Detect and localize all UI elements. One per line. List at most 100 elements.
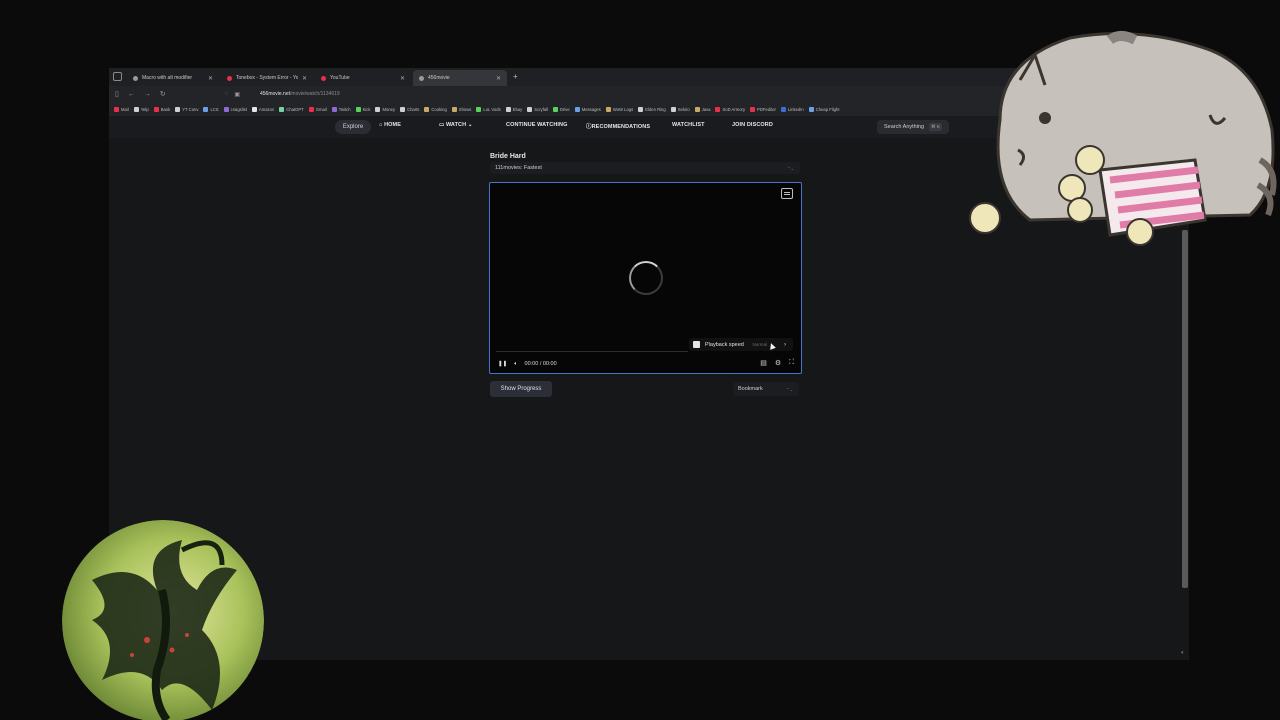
bookmark-wow-logs[interactable]: WoW Logs <box>605 106 633 112</box>
bookmark-favicon-icon <box>251 106 257 112</box>
bookmark-label: Shows <box>458 106 472 112</box>
bookmark-label: SoD Armory <box>722 106 746 112</box>
player-controls: ❚❚ 🔈︎ 00:00 / 00:00 ▤ ⚙ ⛶ <box>490 357 801 371</box>
bookmark-favicon-icon <box>451 106 457 112</box>
back-icon[interactable]: ← <box>128 91 135 98</box>
bookmark-favicon-icon <box>574 106 580 112</box>
chevron-updown-icon: ⌃⌄ <box>787 165 794 171</box>
bookmark-messages[interactable]: Messages <box>574 106 601 112</box>
sidebar-toggle-icon[interactable]: ▯ <box>115 90 119 98</box>
shortcut-badge: ⌘ K <box>929 123 942 131</box>
scroll-down-icon[interactable]: ▾ <box>1181 650 1184 656</box>
close-icon[interactable]: ✕ <box>496 75 501 82</box>
volume-icon[interactable]: 🔈︎ <box>514 361 517 368</box>
fullscreen-icon[interactable]: ⛶ <box>789 359 794 367</box>
nav-watchlist[interactable]: WATCHLIST <box>672 122 705 128</box>
bookmark-drive[interactable]: Drive <box>552 106 570 112</box>
bookmark-label: Charts <box>407 106 420 112</box>
bookmark-favicon-icon <box>750 106 756 112</box>
reload-icon[interactable]: ↻ <box>160 90 166 98</box>
bookmark-linkedin[interactable]: LinkedIn <box>780 106 804 112</box>
close-icon[interactable]: ✕ <box>400 75 405 82</box>
time-display: 00:00 / 00:00 <box>524 361 557 367</box>
bookmark-label: Amazon <box>258 106 275 112</box>
playback-speed-menu-item[interactable]: Playback speed Normal › <box>689 338 793 351</box>
lock-icon[interactable]: ▣ <box>234 91 240 98</box>
bookmark-java[interactable]: Java <box>694 106 711 112</box>
tab-macro[interactable]: Macro with alt modifier ✕ <box>127 70 219 86</box>
bookmark-label: Elden Ring <box>645 106 666 112</box>
bookmark-lcs[interactable]: LCS <box>203 106 219 112</box>
bookmark-label: craigslist <box>230 106 247 112</box>
bookmark-cheap-flight[interactable]: Cheap Flight <box>808 106 840 112</box>
pause-icon[interactable]: ❚❚ <box>498 361 507 367</box>
bookmark-charts[interactable]: Charts <box>400 106 420 112</box>
cast-icon[interactable] <box>781 188 793 199</box>
bookmark-bank[interactable]: Bank <box>153 106 170 112</box>
bookmark-ebay[interactable]: Ebay <box>505 106 522 112</box>
shield-icon[interactable]: ◌ <box>225 91 229 97</box>
url-field[interactable]: 456movie.net/movie/watch/1134619 <box>260 91 340 97</box>
forward-icon[interactable]: → <box>144 91 151 98</box>
nav-recommendations[interactable]: ⓘRECOMMENDATIONS <box>586 122 650 130</box>
bookmark-label: Mail <box>121 106 129 112</box>
bookmark-mail[interactable]: Mail <box>114 106 129 112</box>
bookmark-label: PDFeditor <box>757 106 776 112</box>
bookmark-kick[interactable]: Kick <box>355 106 370 112</box>
nav-watch[interactable]: ▭ WATCH ⌄ <box>439 122 473 128</box>
new-tab-button[interactable]: + <box>513 72 518 81</box>
nav-home[interactable]: ⌂ HOME <box>379 122 401 128</box>
video-player[interactable]: Playback speed Normal › ❚❚ 🔈︎ 00:00 / 00… <box>489 182 802 374</box>
bookmark-shows[interactable]: Shows <box>451 106 472 112</box>
bookmark-cooking[interactable]: Cooking <box>424 106 447 112</box>
bookmark-favicon-icon <box>505 106 511 112</box>
tab-456movie[interactable]: 456movie ✕ <box>413 70 507 86</box>
bookmark-craigslist[interactable]: craigslist <box>223 106 247 112</box>
chevron-right-icon: › <box>784 341 786 348</box>
bookmark-lol-vods[interactable]: LoL Vods <box>476 106 501 112</box>
bookmark-scryfall[interactable]: Scryfall <box>527 106 548 112</box>
tab-youtube[interactable]: YouTube ✕ <box>315 70 411 86</box>
bookmark-yt-conv[interactable]: YT Conv <box>175 106 199 112</box>
explore-button[interactable]: Explore <box>335 120 371 134</box>
tab-favicon-icon <box>133 75 138 81</box>
bookmark-amazon[interactable]: Amazon <box>251 106 275 112</box>
bookmark-favicon-icon <box>638 106 644 112</box>
bookmark-favicon-icon <box>279 106 285 112</box>
nav-join-discord[interactable]: JOIN DISCORD <box>732 122 773 128</box>
close-icon[interactable]: ✕ <box>208 75 213 82</box>
show-progress-button[interactable]: Show Progress <box>490 381 552 397</box>
bookmark-label: LinkedIn <box>787 106 804 112</box>
bookmark-sekiro[interactable]: Sekiro <box>670 106 690 112</box>
bookmark-sod-armory[interactable]: SoD Armory <box>715 106 746 112</box>
close-icon[interactable]: ✕ <box>302 75 307 82</box>
bookmark-favicon-icon <box>223 106 229 112</box>
page-scrollbar[interactable] <box>1182 230 1188 588</box>
tab-menu-icon[interactable] <box>113 72 122 81</box>
progress-bar[interactable] <box>496 351 688 352</box>
bookmark-gmail[interactable]: Gmail <box>308 106 327 112</box>
bookmark-yelp[interactable]: Yelp <box>133 106 149 112</box>
bookmark-favicon-icon <box>203 106 209 112</box>
bookmark-pdfeditor[interactable]: PDFeditor <box>750 106 776 112</box>
bookmark-chatgpt[interactable]: ChatGPT <box>279 106 304 112</box>
bookmark-favicon-icon <box>133 106 139 112</box>
bookmark-money[interactable]: Money <box>375 106 395 112</box>
bookmark-label: Drive <box>559 106 570 112</box>
bookmark-select[interactable]: Bookmark ⌃⌄ <box>733 382 799 396</box>
server-select[interactable]: 111movies: Fastest ⌃⌄ <box>490 162 800 174</box>
bookmark-label: LCS <box>210 106 219 112</box>
bookmark-label: Java <box>701 106 711 112</box>
bookmark-favicon-icon <box>605 106 611 112</box>
bookmark-label: YT Conv <box>182 106 199 112</box>
bookmark-twitch[interactable]: Twitch <box>331 106 351 112</box>
nav-continue-watching[interactable]: CONTINUE WATCHING <box>506 122 567 128</box>
settings-gear-icon[interactable]: ⚙ <box>775 359 781 367</box>
bookmark-favicon-icon <box>308 106 314 112</box>
tab-tonebox[interactable]: Tonebox - System Error - YouT ✕ <box>221 70 313 86</box>
bookmark-elden-ring[interactable]: Elden Ring <box>638 106 666 112</box>
captions-icon[interactable]: ▤ <box>760 359 767 367</box>
chevron-updown-icon: ⌃⌄ <box>786 386 793 392</box>
tab-favicon-icon <box>321 75 326 81</box>
search-input[interactable]: Search Anything ⌘ K <box>877 120 949 134</box>
